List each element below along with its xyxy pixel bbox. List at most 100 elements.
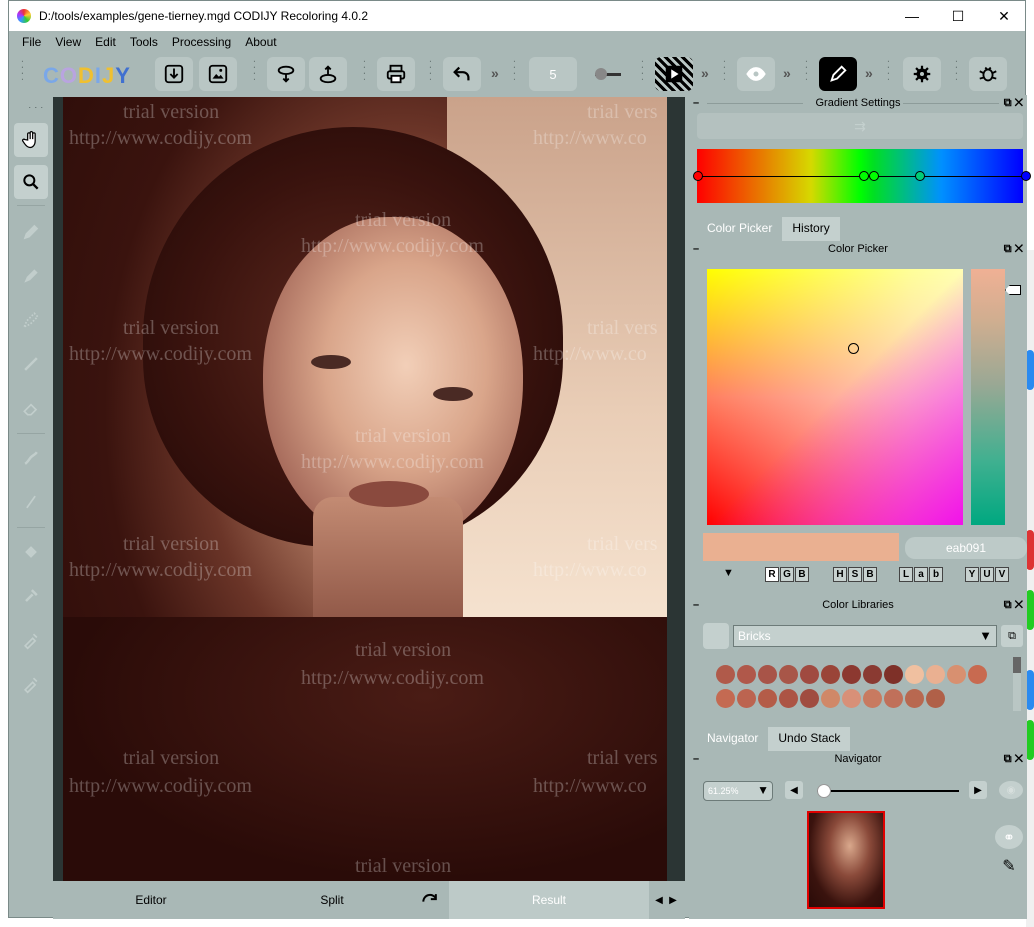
picker-cursor[interactable]: [848, 343, 859, 354]
brush-size-field[interactable]: 5: [529, 57, 577, 91]
menu-about[interactable]: About: [238, 35, 283, 49]
toolbar-more-chevron[interactable]: »: [491, 65, 499, 81]
toolbox-grip[interactable]: ⁚ ⁚: [20, 102, 43, 112]
color-swatch[interactable]: [863, 689, 882, 708]
color-swatch[interactable]: [821, 665, 840, 684]
open-image-button[interactable]: [199, 57, 237, 91]
color-swatch[interactable]: [842, 689, 861, 708]
toolbar-grip[interactable]: ⁚⁚⁚: [359, 61, 369, 83]
color-swatch[interactable]: [842, 665, 861, 684]
menu-tools[interactable]: Tools: [123, 35, 165, 49]
color-swatch[interactable]: [758, 689, 777, 708]
fill-tool[interactable]: [14, 535, 48, 569]
hand-tool[interactable]: [14, 123, 48, 157]
swap-button[interactable]: [415, 881, 445, 919]
pencil-tool[interactable]: [14, 215, 48, 249]
color-swatch[interactable]: [863, 665, 882, 684]
color-swatch[interactable]: [884, 665, 903, 684]
color-swatch[interactable]: [947, 665, 966, 684]
print-button[interactable]: [377, 57, 415, 91]
hue-slider[interactable]: [971, 269, 1005, 525]
rgb-mode[interactable]: RGB: [765, 567, 809, 583]
color-swatch[interactable]: [821, 689, 840, 708]
toolbar-grip[interactable]: ⁚⁚⁚: [509, 61, 519, 83]
tab-editor[interactable]: Editor: [53, 881, 249, 919]
brush-size-slider[interactable]: [595, 68, 621, 80]
color-swatch[interactable]: [905, 665, 924, 684]
settings-button[interactable]: [903, 57, 941, 91]
library-menu-button[interactable]: [703, 623, 729, 649]
eyedropper2-tool[interactable]: [14, 667, 48, 701]
navigator-eye-icon[interactable]: ◉: [999, 781, 1023, 799]
menu-file[interactable]: File: [15, 35, 48, 49]
collapse-icon[interactable]: –: [693, 243, 699, 255]
tab-undo-stack[interactable]: Undo Stack: [768, 727, 851, 751]
color-swatch[interactable]: [737, 689, 756, 708]
color-swatch[interactable]: [905, 689, 924, 708]
menu-view[interactable]: View: [48, 35, 88, 49]
tab-result[interactable]: Result: [449, 881, 649, 919]
color-swatch[interactable]: [737, 665, 756, 684]
eyedropper-tool[interactable]: [14, 623, 48, 657]
library-scrollbar[interactable]: [1013, 657, 1021, 711]
minimize-button[interactable]: —: [889, 1, 935, 31]
marker-tool[interactable]: [14, 259, 48, 293]
gradient-stop[interactable]: [693, 171, 703, 181]
toolbar-grip[interactable]: ⁚⁚⁚: [801, 61, 811, 83]
panel-controls[interactable]: ⧉ ✕: [1004, 753, 1023, 766]
slider-knob[interactable]: [595, 68, 607, 80]
gradient-stop[interactable]: [869, 171, 879, 181]
pen-mode-icon[interactable]: ✎: [995, 855, 1023, 879]
hsb-mode[interactable]: HSB: [833, 567, 877, 583]
toolbar-grip[interactable]: ⁚⁚⁚: [719, 61, 729, 83]
load-colors-button[interactable]: [309, 57, 347, 91]
color-swatch[interactable]: [926, 689, 945, 708]
toolbar-grip[interactable]: ⁚⁚⁚: [249, 61, 259, 83]
straight-line-tool[interactable]: [14, 485, 48, 519]
toolbar-more-chevron[interactable]: »: [865, 65, 873, 81]
yuv-mode[interactable]: YUV: [965, 567, 1009, 583]
color-swatch[interactable]: [779, 665, 798, 684]
eraser-tool[interactable]: [14, 391, 48, 425]
debug-button[interactable]: [969, 57, 1007, 91]
toolbar-grip[interactable]: ⁚⁚⁚: [637, 61, 647, 83]
menu-processing[interactable]: Processing: [165, 35, 238, 49]
library-select[interactable]: Bricks ▼: [733, 625, 997, 647]
collapse-icon[interactable]: –: [693, 599, 699, 611]
lab-mode[interactable]: Lab: [899, 567, 943, 583]
close-button[interactable]: ✕: [981, 1, 1027, 31]
maximize-button[interactable]: ☐: [935, 1, 981, 31]
stroke-tool[interactable]: [14, 441, 48, 475]
navigator-thumbnail[interactable]: [807, 811, 885, 909]
panel-controls[interactable]: ⧉ ✕: [1004, 599, 1023, 612]
toolbar-grip[interactable]: ⁚⁚⁚: [883, 61, 893, 83]
color-swatch[interactable]: [716, 665, 735, 684]
scroll-right-arrow[interactable]: ▶: [665, 881, 681, 919]
preview-button[interactable]: [737, 57, 775, 91]
color-swatch[interactable]: [779, 689, 798, 708]
color-swatch[interactable]: [800, 689, 819, 708]
color-swatch[interactable]: [884, 689, 903, 708]
library-copy-button[interactable]: ⧉: [1001, 625, 1023, 647]
color-swatch[interactable]: [758, 665, 777, 684]
color-swatch[interactable]: [968, 665, 987, 684]
tab-navigator[interactable]: Navigator: [697, 727, 768, 751]
color-swatch[interactable]: [800, 665, 819, 684]
spray-tool[interactable]: [14, 303, 48, 337]
toolbar-more-chevron[interactable]: »: [701, 65, 709, 81]
undo-button[interactable]: [443, 57, 481, 91]
play-colorize-button[interactable]: [655, 57, 693, 91]
link-icon[interactable]: ⚭: [995, 825, 1023, 849]
zoom-slider[interactable]: [817, 784, 959, 798]
panel-controls[interactable]: ⧉ ✕: [1004, 243, 1023, 256]
gradient-stop[interactable]: [915, 171, 925, 181]
toolbar-grip[interactable]: ⁚⁚⁚: [425, 61, 435, 83]
line-tool[interactable]: [14, 347, 48, 381]
zoom-tool[interactable]: [14, 165, 48, 199]
tab-color-picker[interactable]: Color Picker: [697, 217, 782, 241]
collapse-icon[interactable]: –: [693, 97, 699, 109]
menu-edit[interactable]: Edit: [88, 35, 123, 49]
import-button[interactable]: [155, 57, 193, 91]
hex-color-field[interactable]: eab091: [905, 537, 1027, 559]
zoom-select[interactable]: 61.25% ▼: [703, 781, 773, 801]
